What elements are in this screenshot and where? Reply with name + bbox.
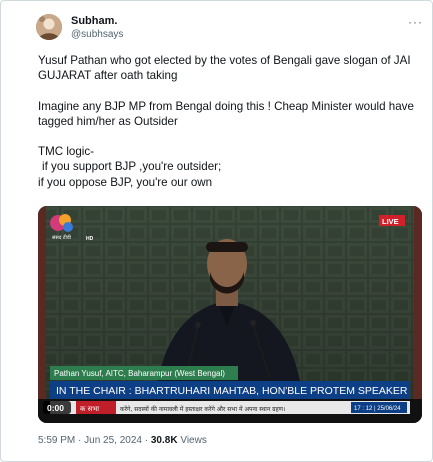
avatar[interactable] xyxy=(36,14,62,40)
hd-badge: HD xyxy=(86,236,94,242)
tweet-line: if you oppose BJP, you're our own xyxy=(38,175,213,189)
tweet-line: Yusuf Pathan who got elected by the vote… xyxy=(38,54,411,67)
tweet-line: Imagine any BJP MP from Bengal doing thi… xyxy=(38,99,414,113)
tweet-time[interactable]: 5:59 PM xyxy=(38,435,75,446)
ticker-prefix: क सभा xyxy=(80,405,99,413)
author-name[interactable]: Subham. xyxy=(71,15,117,27)
tweet-card: Subham. @subhsays ··· Yusuf Pathan who g… xyxy=(0,0,433,462)
more-dots-icon[interactable]: ··· xyxy=(408,15,423,29)
meta-separator: · xyxy=(141,435,151,446)
caption-name: Pathan Yusuf, AITC, Baharampur (West Ben… xyxy=(54,369,225,378)
live-badge-text: LIVE xyxy=(382,217,399,226)
video-player[interactable]: संसद टीवी HD LIVE Pathan Yusuf, AITC, Ba… xyxy=(38,206,422,423)
tweet-date[interactable]: Jun 25, 2024 xyxy=(84,435,142,446)
chair-banner-text: IN THE CHAIR : BHARTRUHARI MAHTAB, HON'B… xyxy=(56,385,408,397)
views-count: 30.8K xyxy=(150,435,178,446)
tweet-line: tagged him/her as Outsider xyxy=(38,114,178,128)
author-handle[interactable]: @subhsays xyxy=(71,29,123,40)
ticker-text: करेंगे, सदस्यों की नामावली में हस्ताक्षर… xyxy=(120,405,285,413)
channel-logo-text: संसद टीवी xyxy=(52,234,72,241)
meta-separator: · xyxy=(75,435,85,446)
tweet-meta: 5:59 PM · Jun 25, 2024 · 30.8K Views xyxy=(38,435,207,446)
tweet-text: Yusuf Pathan who got elected by the vote… xyxy=(38,53,423,190)
video-timer: 0:00 xyxy=(47,403,64,413)
tweet-line: if you support BJP ,you're outsider; xyxy=(42,160,222,174)
avatar-image xyxy=(36,14,62,40)
tweet-line: TMC logic- xyxy=(38,145,95,159)
ticker-clock: 17 : 12 | 25/06/24 xyxy=(354,406,401,412)
tweet-line: GUJARAT after oath taking xyxy=(38,69,178,83)
views-label: Views xyxy=(180,435,207,446)
